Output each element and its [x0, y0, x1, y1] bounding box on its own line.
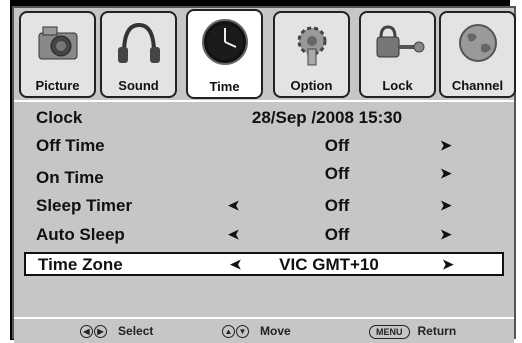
- tab-label: Picture: [35, 78, 80, 93]
- off-time-label: Off Time: [36, 136, 105, 155]
- off-time-row[interactable]: Off Time Off ➤: [22, 134, 506, 158]
- move-hint: ▲ ▼ Move: [222, 324, 291, 339]
- right-arrow-circle-icon: ▶: [94, 325, 107, 339]
- down-arrow-circle-icon: ▼: [236, 325, 249, 339]
- tab-label: Sound: [118, 78, 159, 93]
- auto-sleep-value: Off: [324, 225, 350, 244]
- tab-label: Channel: [451, 78, 504, 93]
- select-hint: ◀ ▶ Select: [80, 324, 154, 339]
- tab-label: Option: [290, 78, 333, 93]
- osd-menu-panel: Picture Sound Time Option Lock Channel C…: [12, 6, 516, 343]
- on-time-value: Off: [324, 164, 350, 183]
- time-zone-row[interactable]: Time Zone ➤ VIC GMT+10 ➤: [24, 252, 504, 276]
- tab-time[interactable]: Time: [186, 9, 263, 99]
- on-time-row[interactable]: On Time Off ➤: [22, 162, 506, 187]
- clock-value: 28/Sep /2008 15:30: [251, 108, 403, 127]
- tab-channel[interactable]: Channel: [439, 11, 516, 98]
- help-bar: ◀ ▶ Select ▲ ▼ Move MENU Return: [14, 317, 514, 343]
- clock-icon: [201, 19, 248, 65]
- auto-sleep-label: Auto Sleep: [36, 225, 125, 244]
- tab-option[interactable]: Option: [273, 11, 350, 98]
- tab-picture[interactable]: Picture: [19, 11, 96, 98]
- camera-icon: [38, 26, 77, 60]
- globe-icon: [458, 24, 497, 62]
- time-zone-label: Time Zone: [38, 255, 123, 274]
- left-arrow-icon[interactable]: ➤: [228, 197, 240, 214]
- return-hint: MENU Return: [369, 324, 456, 339]
- sleep-timer-value: Off: [324, 196, 350, 215]
- gear-icon: [297, 26, 326, 66]
- left-right-arrows-icon: ◀: [80, 325, 93, 339]
- divider: [14, 100, 514, 102]
- tab-lock[interactable]: Lock: [359, 11, 436, 98]
- left-arrow-icon[interactable]: ➤: [228, 226, 240, 243]
- right-arrow-icon[interactable]: ➤: [440, 137, 452, 154]
- sleep-timer-row[interactable]: Sleep Timer ➤ Off ➤: [22, 194, 506, 218]
- tab-label: Time: [209, 79, 240, 94]
- right-arrow-icon[interactable]: ➤: [440, 226, 452, 243]
- off-time-value: Off: [324, 136, 350, 155]
- up-down-arrows-icon: ▲: [222, 325, 235, 339]
- auto-sleep-row[interactable]: Auto Sleep ➤ Off ➤: [22, 223, 506, 247]
- right-arrow-icon[interactable]: ➤: [442, 256, 454, 273]
- key-lock-icon: [376, 25, 424, 58]
- headphones-icon: [117, 22, 160, 63]
- right-arrow-icon[interactable]: ➤: [440, 197, 452, 214]
- sleep-timer-label: Sleep Timer: [36, 196, 133, 215]
- on-time-label: On Time: [36, 168, 104, 187]
- clock-row[interactable]: Clock 28/Sep /2008 15:30: [22, 106, 506, 130]
- right-arrow-icon[interactable]: ➤: [440, 165, 452, 182]
- tab-label: Lock: [382, 78, 413, 93]
- move-hint-label: Move: [260, 324, 291, 338]
- return-hint-label: Return: [417, 324, 457, 338]
- select-hint-label: Select: [118, 324, 154, 338]
- menu-tab-bar: Picture Sound Time Option Lock Channel: [14, 8, 516, 100]
- menu-key-icon: MENU: [369, 324, 410, 339]
- clock-label: Clock: [36, 108, 83, 127]
- tab-sound[interactable]: Sound: [100, 11, 177, 98]
- time-zone-value: VIC GMT+10: [279, 255, 379, 274]
